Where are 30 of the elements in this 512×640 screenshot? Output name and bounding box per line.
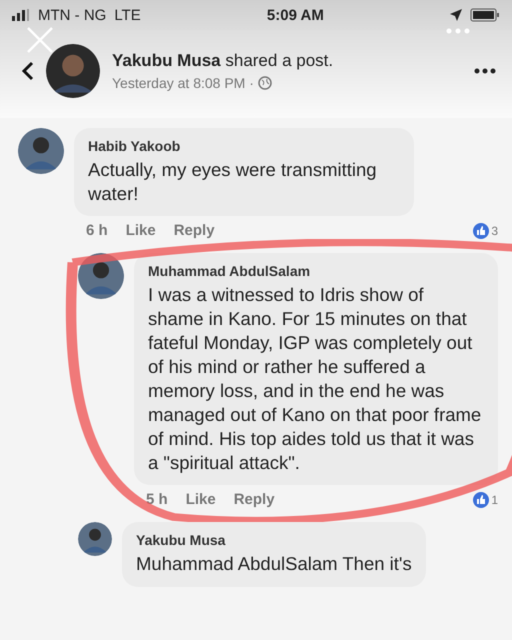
comment-text: I was a witnessed to Idris show of shame in Kano. For 15 minutes on that fateful Monday, IGP was completely out of his mind or rather he suffered a memory loss, and in the end he was managed out of Kano on that poor frame of mind. His top aides told us that it was a "spiritual attack". <box>148 283 482 476</box>
post-title: Yakubu Musa shared a post. <box>112 51 334 71</box>
avatar[interactable] <box>46 44 100 98</box>
avatar[interactable] <box>78 253 124 300</box>
more-icon[interactable] <box>474 68 496 74</box>
comment-text: Muhammad AbdulSalam Then it's <box>136 552 412 576</box>
like-reaction-icon <box>473 222 490 239</box>
comment-author[interactable]: Yakubu Musa <box>136 532 412 548</box>
comment-time: 6 h <box>86 222 108 240</box>
clock: 5:09 AM <box>266 6 324 24</box>
like-reaction-icon <box>473 492 490 508</box>
globe-icon <box>258 76 272 90</box>
comment-text: Actually, my eyes were transmitting water! <box>88 158 378 206</box>
comment-author[interactable]: Muhammad AbdulSalam <box>148 263 484 280</box>
post-time: Yesterday at 8:08 PM · <box>112 75 254 91</box>
back-icon[interactable] <box>22 61 34 81</box>
network-type: LTE <box>114 6 141 24</box>
reply-link[interactable]: Reply <box>234 491 275 508</box>
battery-icon <box>470 8 500 22</box>
reaction-count: 1 <box>491 492 498 507</box>
like-link[interactable]: Like <box>126 222 156 240</box>
like-link[interactable]: Like <box>186 491 216 508</box>
location-icon <box>450 9 462 21</box>
avatar[interactable] <box>18 128 64 174</box>
signal-icon <box>12 9 30 21</box>
avatar[interactable] <box>78 522 112 556</box>
comment-author[interactable]: Habib Yakoob <box>88 138 400 154</box>
carrier: MTN - NG <box>38 6 106 24</box>
reaction-count: 3 <box>491 224 498 238</box>
reply-link[interactable]: Reply <box>174 222 215 240</box>
